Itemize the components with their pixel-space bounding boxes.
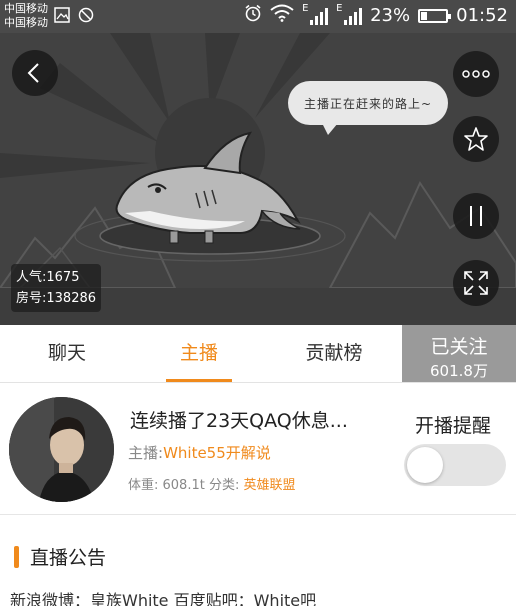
streamer-card: 连续播了23天QAQ休息... 主播:White55开解说 体重: 608.1t… (0, 384, 516, 515)
carrier-2: 中国移动 (4, 16, 48, 29)
waiting-bubble: 主播正在赶来的路上~ (288, 81, 448, 135)
avatar-image (9, 397, 114, 502)
fullscreen-button[interactable] (453, 260, 499, 306)
room-info: 人气:1675 房号:138286 (11, 264, 102, 312)
battery-percent: 23% (370, 5, 411, 26)
announcement-header: 直播公告 (14, 543, 106, 570)
room-title: 连续播了23天QAQ休息... (130, 410, 348, 432)
star-icon (464, 127, 488, 151)
battery-fill (421, 11, 428, 20)
follow-button[interactable]: 已关注 601.8万 (402, 325, 516, 382)
carrier-labels: 中国移动 中国移动 (4, 2, 48, 30)
avatar[interactable] (9, 397, 114, 502)
back-button[interactable] (12, 50, 58, 96)
pause-icon (470, 206, 482, 226)
tab-host[interactable]: 主播 (132, 325, 266, 382)
host-name[interactable]: White55开解说 (163, 444, 271, 462)
popularity-count: 人气:1675 (16, 270, 80, 285)
more-dots-icon (462, 70, 490, 78)
favorite-button[interactable] (453, 116, 499, 162)
alarm-icon (244, 4, 262, 27)
follow-label: 已关注 (430, 336, 488, 358)
tab-chat[interactable]: 聊天 (0, 325, 134, 382)
category-prefix: 分类: (208, 478, 240, 493)
announcement-title: 直播公告 (30, 547, 107, 569)
toggle-knob (407, 447, 443, 483)
signal-icon: E (302, 3, 329, 25)
tab-contribution[interactable]: 贡献榜 (267, 325, 401, 382)
announcement-body: 新浪微博：皇族White 百度贴吧：White吧 (10, 591, 317, 606)
wifi-icon (270, 4, 294, 27)
category-link[interactable]: 英雄联盟 (244, 478, 296, 493)
no-disturb-icon (78, 7, 94, 27)
back-arrow-icon (27, 63, 39, 83)
waiting-text: 主播正在赶来的路上~ (303, 96, 433, 111)
more-button[interactable] (453, 51, 499, 97)
remind-label: 开播提醒 (415, 415, 492, 437)
host-line: 主播:White55开解说 (128, 442, 271, 463)
host-prefix: 主播: (128, 444, 164, 462)
video-player[interactable]: 主播正在赶来的路上~ 人气:1675 房号:138286 (0, 33, 516, 325)
room-number: 房号:138286 (16, 291, 97, 306)
carrier-1: 中国移动 (4, 2, 48, 15)
follower-count: 601.8万 (430, 362, 488, 380)
network-type-2: E (336, 2, 343, 14)
signal-icon-2: E (336, 3, 363, 25)
clock: 01:52 (456, 5, 508, 26)
accent-bar (14, 545, 19, 568)
tab-bar: 聊天 主播 贡献榜 已关注 601.8万 (0, 325, 516, 383)
host-weight: 体重: 608.1t (128, 478, 205, 493)
remind-toggle[interactable] (404, 444, 506, 486)
image-icon (54, 7, 70, 27)
status-bar: 中国移动 中国移动 E E 23% 01:52 (0, 0, 516, 33)
network-type-1: E (302, 2, 309, 14)
battery-icon (418, 8, 452, 23)
meta-line: 体重: 608.1t 分类: 英雄联盟 (128, 474, 296, 493)
fullscreen-icon (464, 271, 488, 295)
pause-button[interactable] (453, 193, 499, 239)
